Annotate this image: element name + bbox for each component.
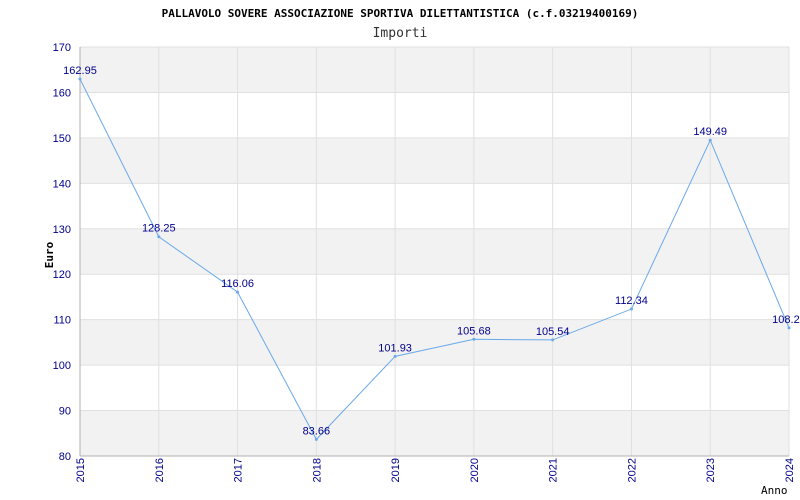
x-tick-label: 2021 (548, 458, 560, 482)
y-tick-label: 80 (59, 451, 71, 463)
chart-subtitle: Importi (373, 26, 428, 41)
data-label: 116.06 (221, 278, 254, 290)
data-point (78, 77, 82, 81)
background-band (80, 228, 789, 275)
y-tick-label: 170 (53, 42, 71, 54)
background-band (80, 47, 789, 93)
y-tick-label: 150 (53, 133, 71, 145)
x-tick-label: 2018 (311, 458, 323, 482)
data-point (472, 337, 476, 341)
x-tick-label: 2020 (469, 458, 481, 482)
x-tick-label: 2019 (390, 458, 402, 482)
data-label: 112.34 (615, 295, 648, 307)
chart-title: PALLAVOLO SOVERE ASSOCIAZIONE SPORTIVA D… (162, 7, 639, 20)
background-band (80, 183, 789, 229)
x-tick-label: 2015 (75, 458, 87, 482)
y-tick-label: 120 (53, 269, 71, 281)
data-point (787, 326, 791, 330)
x-axis-label: Anno (761, 484, 788, 497)
x-tick-label: 2017 (233, 458, 245, 482)
data-point (708, 138, 712, 142)
data-point (551, 338, 555, 342)
y-tick-label: 130 (53, 224, 71, 236)
background-band (80, 274, 789, 320)
data-point (629, 307, 633, 311)
x-tick-label: 2023 (705, 458, 717, 482)
background-band (80, 319, 789, 366)
data-label: 162.95 (63, 65, 97, 77)
data-point (393, 354, 397, 358)
y-axis-label: Euro (43, 241, 56, 268)
y-tick-label: 110 (53, 315, 71, 327)
background-band (80, 137, 789, 184)
background-band (80, 92, 789, 138)
data-label: 105.54 (536, 326, 570, 338)
data-label: 128.25 (142, 223, 176, 235)
data-point (314, 437, 318, 441)
data-label: 108.20 (772, 314, 800, 326)
background-band (80, 410, 789, 456)
data-label: 149.49 (693, 126, 727, 138)
data-label: 83.66 (303, 425, 331, 437)
y-tick-label: 160 (53, 87, 71, 99)
data-label: 105.68 (457, 325, 491, 337)
y-tick-label: 140 (53, 178, 71, 190)
x-tick-label: 2016 (154, 458, 166, 482)
y-tick-label: 90 (59, 406, 71, 418)
data-label: 101.93 (378, 342, 412, 354)
background-bands (80, 47, 789, 456)
data-point (157, 235, 161, 239)
data-point (236, 290, 240, 294)
line-chart: 80 90 100 110 120 130 140 150 160 170 2015 2016 2017… (43, 7, 800, 497)
background-band (80, 365, 789, 411)
y-tick-label: 100 (53, 360, 71, 372)
x-tick-label: 2024 (784, 458, 796, 482)
x-tick-label: 2022 (626, 458, 638, 482)
